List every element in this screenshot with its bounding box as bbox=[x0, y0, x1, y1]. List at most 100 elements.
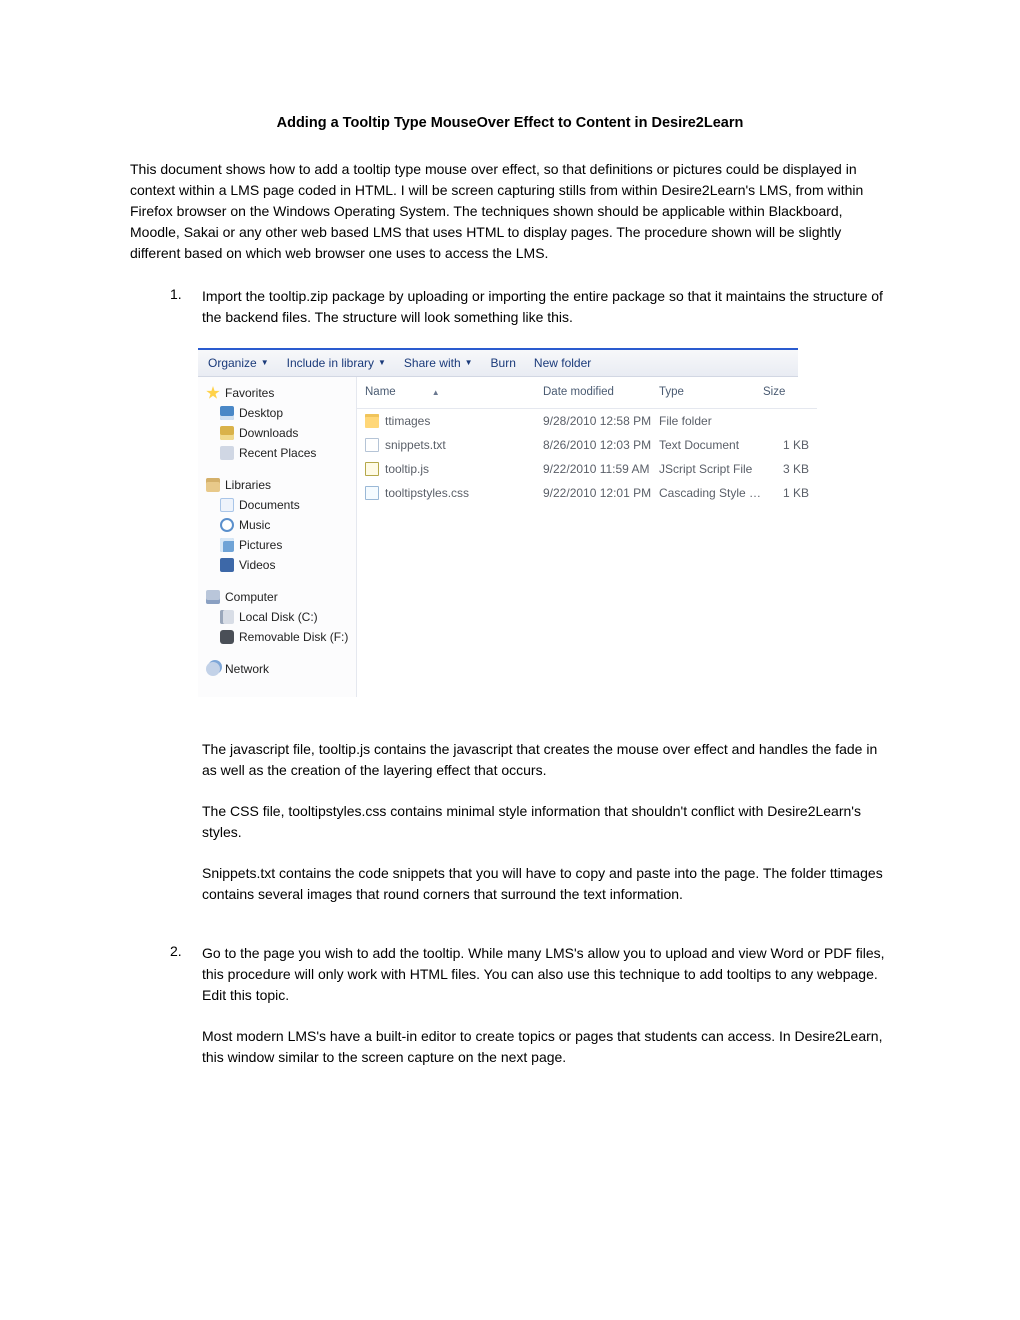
step-followup-paragraph: The CSS file, tooltipstyles.css contains… bbox=[202, 801, 890, 843]
table-row[interactable]: ttimages 9/28/2010 12:58 PM File folder bbox=[357, 409, 817, 433]
file-name: tooltipstyles.css bbox=[385, 484, 469, 502]
nav-favorites[interactable]: Favorites bbox=[204, 383, 350, 403]
desktop-icon bbox=[220, 406, 234, 420]
list-body: Import the tooltip.zip package by upload… bbox=[202, 286, 890, 925]
include-library-button[interactable]: Include in library ▼ bbox=[287, 354, 386, 372]
step-text: Import the tooltip.zip package by upload… bbox=[202, 286, 890, 328]
nav-section-favorites: Favorites Desktop Downloads bbox=[204, 383, 350, 463]
cell-date: 9/28/2010 12:58 PM bbox=[543, 412, 659, 430]
intro-paragraph: This document shows how to add a tooltip… bbox=[130, 159, 890, 264]
nav-recent-places[interactable]: Recent Places bbox=[218, 443, 350, 463]
cell-name: snippets.txt bbox=[365, 436, 543, 454]
burn-label: Burn bbox=[491, 354, 516, 372]
burn-button[interactable]: Burn bbox=[491, 354, 516, 372]
nav-music[interactable]: Music bbox=[218, 515, 350, 535]
nav-label: Computer bbox=[225, 588, 278, 606]
newfolder-label: New folder bbox=[534, 354, 591, 372]
disk-icon bbox=[220, 610, 234, 624]
share-label: Share with bbox=[404, 354, 461, 372]
cell-name: tooltipstyles.css bbox=[365, 484, 543, 502]
css-file-icon bbox=[365, 486, 379, 500]
ordered-list: 1. Import the tooltip.zip package by upl… bbox=[130, 286, 890, 1088]
nav-label: Local Disk (C:) bbox=[239, 608, 318, 626]
new-folder-button[interactable]: New folder bbox=[534, 354, 591, 372]
nav-label: Recent Places bbox=[239, 444, 316, 462]
list-item: 2. Go to the page you wish to add the to… bbox=[170, 943, 890, 1088]
col-type[interactable]: Type bbox=[659, 379, 763, 406]
file-name: ttimages bbox=[385, 412, 430, 430]
chevron-down-icon: ▼ bbox=[465, 357, 473, 369]
nav-pictures[interactable]: Pictures bbox=[218, 535, 350, 555]
organize-button[interactable]: Organize ▼ bbox=[208, 354, 269, 372]
nav-label: Music bbox=[239, 516, 270, 534]
cell-date: 9/22/2010 12:01 PM bbox=[543, 484, 659, 502]
document-page: Adding a Tooltip Type MouseOver Effect t… bbox=[0, 0, 1020, 1166]
nav-label: Documents bbox=[239, 496, 300, 514]
col-name-label: Name bbox=[365, 384, 396, 401]
documents-icon bbox=[220, 498, 234, 512]
step-text: Go to the page you wish to add the toolt… bbox=[202, 943, 890, 1006]
script-file-icon bbox=[365, 462, 379, 476]
col-date[interactable]: Date modified bbox=[543, 379, 659, 406]
cell-type: JScript Script File bbox=[659, 460, 763, 478]
nav-label: Removable Disk (F:) bbox=[239, 628, 348, 646]
cell-name: tooltip.js bbox=[365, 460, 543, 478]
explorer-toolbar: Organize ▼ Include in library ▼ Share wi… bbox=[198, 350, 798, 377]
network-icon bbox=[206, 662, 220, 676]
cell-date: 9/22/2010 11:59 AM bbox=[543, 460, 659, 478]
file-name: tooltip.js bbox=[385, 460, 429, 478]
explorer-window: Organize ▼ Include in library ▼ Share wi… bbox=[198, 348, 798, 697]
chevron-down-icon: ▼ bbox=[261, 357, 269, 369]
col-name[interactable]: Name ▲ bbox=[365, 379, 543, 406]
file-list: Name ▲ Date modified Type Size t bbox=[357, 377, 817, 697]
cell-size: 3 KB bbox=[763, 460, 809, 478]
organize-label: Organize bbox=[208, 354, 257, 372]
step-followup-paragraph: Most modern LMS's have a built-in editor… bbox=[202, 1026, 890, 1068]
nav-label: Downloads bbox=[239, 424, 298, 442]
nav-section-computer: Computer Local Disk (C:) Re bbox=[204, 587, 350, 647]
nav-label: Videos bbox=[239, 556, 275, 574]
nav-videos[interactable]: Videos bbox=[218, 555, 350, 575]
pictures-icon bbox=[220, 538, 234, 552]
music-icon bbox=[220, 518, 234, 532]
videos-icon bbox=[220, 558, 234, 572]
table-row[interactable]: tooltip.js 9/22/2010 11:59 AM JScript Sc… bbox=[357, 457, 817, 481]
computer-icon bbox=[206, 590, 220, 604]
nav-label: Pictures bbox=[239, 536, 282, 554]
explorer-nav-pane: Favorites Desktop Downloads bbox=[198, 377, 357, 697]
include-label: Include in library bbox=[287, 354, 374, 372]
nav-removable-disk[interactable]: Removable Disk (F:) bbox=[218, 627, 350, 647]
document-title: Adding a Tooltip Type MouseOver Effect t… bbox=[130, 115, 890, 131]
col-size[interactable]: Size bbox=[763, 379, 809, 406]
nav-desktop[interactable]: Desktop bbox=[218, 403, 350, 423]
nav-computer[interactable]: Computer bbox=[204, 587, 350, 607]
nav-network[interactable]: Network bbox=[204, 659, 350, 679]
downloads-icon bbox=[220, 426, 234, 440]
nav-label: Libraries bbox=[225, 476, 271, 494]
nav-local-disk[interactable]: Local Disk (C:) bbox=[218, 607, 350, 627]
file-name: snippets.txt bbox=[385, 436, 446, 454]
libraries-icon bbox=[206, 478, 220, 492]
step-followup-paragraph: Snippets.txt contains the code snippets … bbox=[202, 863, 890, 905]
nav-label: Network bbox=[225, 660, 269, 678]
sort-asc-icon: ▲ bbox=[432, 387, 440, 399]
explorer-body: Favorites Desktop Downloads bbox=[198, 377, 798, 697]
removable-disk-icon bbox=[220, 630, 234, 644]
table-row[interactable]: snippets.txt 8/26/2010 12:03 PM Text Doc… bbox=[357, 433, 817, 457]
folder-icon bbox=[365, 414, 379, 428]
cell-date: 8/26/2010 12:03 PM bbox=[543, 436, 659, 454]
nav-label: Desktop bbox=[239, 404, 283, 422]
nav-section-libraries: Libraries Documents Music bbox=[204, 475, 350, 575]
nav-documents[interactable]: Documents bbox=[218, 495, 350, 515]
list-number: 2. bbox=[170, 943, 202, 1088]
cell-type: File folder bbox=[659, 412, 763, 430]
table-row[interactable]: tooltipstyles.css 9/22/2010 12:01 PM Cas… bbox=[357, 481, 817, 505]
share-with-button[interactable]: Share with ▼ bbox=[404, 354, 473, 372]
list-body: Go to the page you wish to add the toolt… bbox=[202, 943, 890, 1088]
nav-downloads[interactable]: Downloads bbox=[218, 423, 350, 443]
column-headers: Name ▲ Date modified Type Size bbox=[357, 377, 817, 409]
recent-icon bbox=[220, 446, 234, 460]
list-item: 1. Import the tooltip.zip package by upl… bbox=[170, 286, 890, 925]
nav-libraries[interactable]: Libraries bbox=[204, 475, 350, 495]
nav-section-network: Network bbox=[204, 659, 350, 679]
